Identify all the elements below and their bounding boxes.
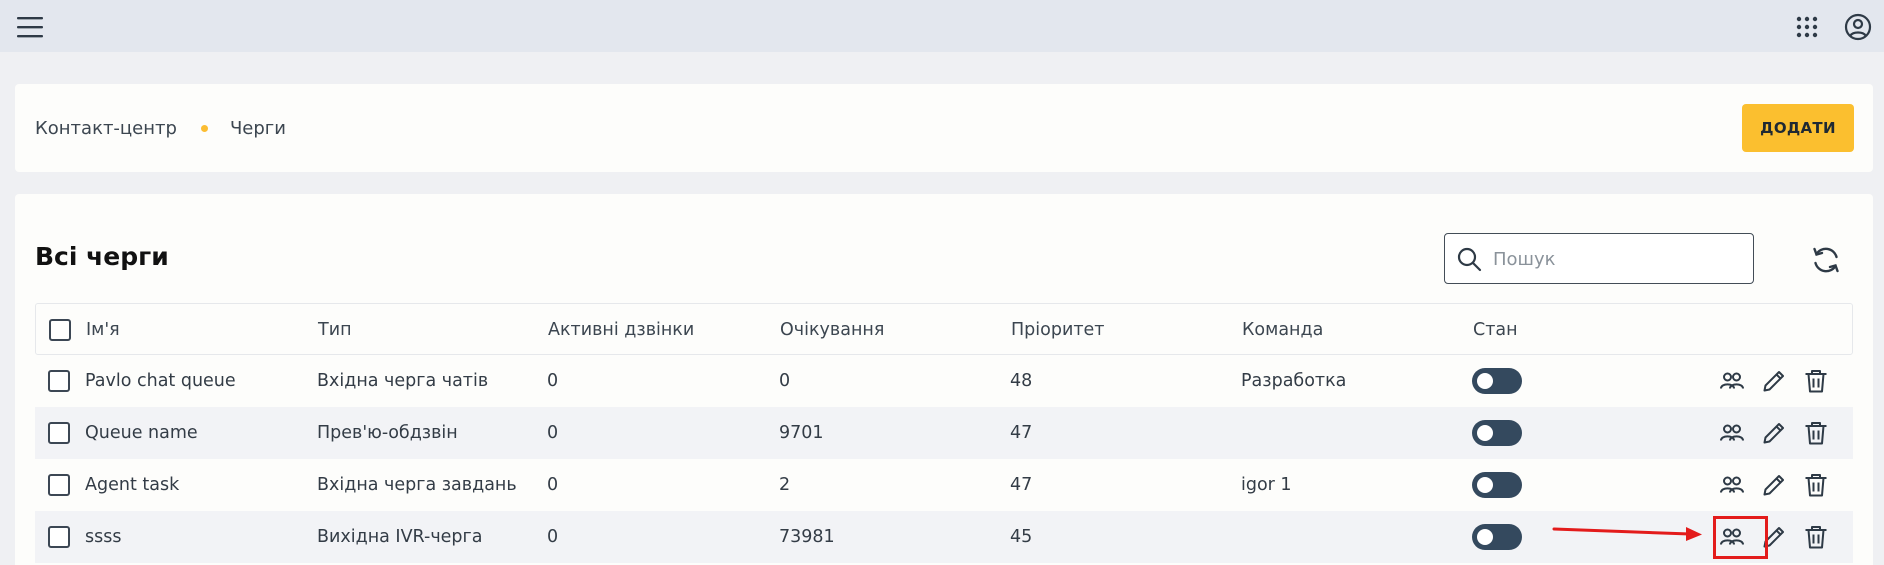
annotation-arrow — [1552, 527, 1702, 541]
search-icon — [1457, 247, 1482, 272]
queue-priority: 45 — [1010, 527, 1033, 547]
column-header-waiting[interactable]: Очікування — [780, 304, 884, 356]
breadcrumb-item-contact-center[interactable]: Контакт-центр — [35, 118, 177, 139]
queue-priority: 47 — [1010, 475, 1033, 495]
queue-name: Pavlo chat queue — [85, 371, 236, 391]
queue-active-calls: 0 — [547, 475, 559, 495]
delete-trash-icon[interactable] — [1802, 523, 1830, 551]
row-checkbox[interactable] — [48, 370, 70, 392]
queue-priority: 47 — [1010, 423, 1033, 443]
hamburger-menu-icon[interactable] — [15, 14, 45, 40]
queue-name: Agent task — [85, 475, 180, 495]
search-input[interactable] — [1493, 246, 1743, 272]
queue-waiting: 73981 — [779, 527, 835, 547]
page-title: Всі черги — [35, 242, 169, 271]
state-toggle[interactable] — [1472, 368, 1522, 394]
queue-active-calls: 0 — [547, 527, 559, 547]
breadcrumb: Контакт-центр Черги — [35, 118, 286, 139]
column-header-team[interactable]: Команда — [1242, 304, 1323, 356]
queue-type: Вхідна черга чатів — [317, 371, 489, 391]
toggle-knob — [1477, 529, 1493, 545]
state-toggle[interactable] — [1472, 524, 1522, 550]
annotation-highlight-box — [1713, 516, 1768, 559]
breadcrumb-separator-dot — [200, 125, 208, 132]
queue-type: Прев'ю-обдзвін — [317, 423, 458, 443]
queue-type: Вихідна IVR-черга — [317, 527, 483, 547]
members-icon[interactable] — [1718, 367, 1746, 395]
row-checkbox[interactable] — [48, 474, 70, 496]
queue-waiting: 2 — [779, 475, 791, 495]
search-box[interactable] — [1444, 233, 1754, 284]
top-bar — [0, 0, 1884, 52]
queue-waiting: 0 — [779, 371, 791, 391]
queue-active-calls: 0 — [547, 371, 559, 391]
delete-trash-icon[interactable] — [1802, 471, 1830, 499]
toggle-knob — [1477, 425, 1493, 441]
queue-name: Queue name — [85, 423, 198, 443]
table-header: Ім'я Тип Активні дзвінки Очікування Пріо… — [35, 303, 1853, 355]
row-checkbox[interactable] — [48, 422, 70, 444]
toggle-knob — [1477, 477, 1493, 493]
table-row: Queue name Прев'ю-обдзвін 0 9701 47 — [35, 407, 1853, 459]
members-icon[interactable] — [1718, 471, 1746, 499]
edit-pencil-icon[interactable] — [1760, 471, 1788, 499]
members-icon[interactable] — [1718, 419, 1746, 447]
select-all-checkbox[interactable] — [49, 319, 71, 341]
table-row: Pavlo chat queue Вхідна черга чатів 0 0 … — [35, 355, 1853, 407]
edit-pencil-icon[interactable] — [1760, 419, 1788, 447]
account-circle-icon[interactable] — [1844, 13, 1872, 41]
queue-team: igor 1 — [1241, 475, 1292, 495]
column-header-name[interactable]: Ім'я — [86, 304, 120, 356]
column-header-state[interactable]: Стан — [1473, 304, 1518, 356]
queues-card: Всі черги Ім'я Тип Активні дзвінки Очіку… — [15, 194, 1873, 565]
delete-trash-icon[interactable] — [1802, 419, 1830, 447]
column-header-priority[interactable]: Пріоритет — [1011, 304, 1104, 356]
delete-trash-icon[interactable] — [1802, 367, 1830, 395]
add-button[interactable]: ДОДАТИ — [1742, 104, 1854, 152]
column-header-type[interactable]: Тип — [318, 304, 352, 356]
toggle-knob — [1477, 373, 1493, 389]
queue-type: Вхідна черга завдань — [317, 475, 517, 495]
queue-active-calls: 0 — [547, 423, 559, 443]
column-header-active-calls[interactable]: Активні дзвінки — [548, 304, 694, 356]
row-checkbox[interactable] — [48, 526, 70, 548]
page-header: Контакт-центр Черги ДОДАТИ — [15, 84, 1873, 172]
table-row: Agent task Вхідна черга завдань 0 2 47 i… — [35, 459, 1853, 511]
apps-grid-icon[interactable] — [1796, 16, 1818, 38]
refresh-icon[interactable] — [1810, 244, 1842, 276]
queue-waiting: 9701 — [779, 423, 824, 443]
queue-team: Разработка — [1241, 371, 1347, 391]
queue-priority: 48 — [1010, 371, 1033, 391]
breadcrumb-item-queues: Черги — [229, 118, 286, 139]
edit-pencil-icon[interactable] — [1760, 367, 1788, 395]
queue-name: ssss — [85, 527, 122, 547]
state-toggle[interactable] — [1472, 472, 1522, 498]
state-toggle[interactable] — [1472, 420, 1522, 446]
